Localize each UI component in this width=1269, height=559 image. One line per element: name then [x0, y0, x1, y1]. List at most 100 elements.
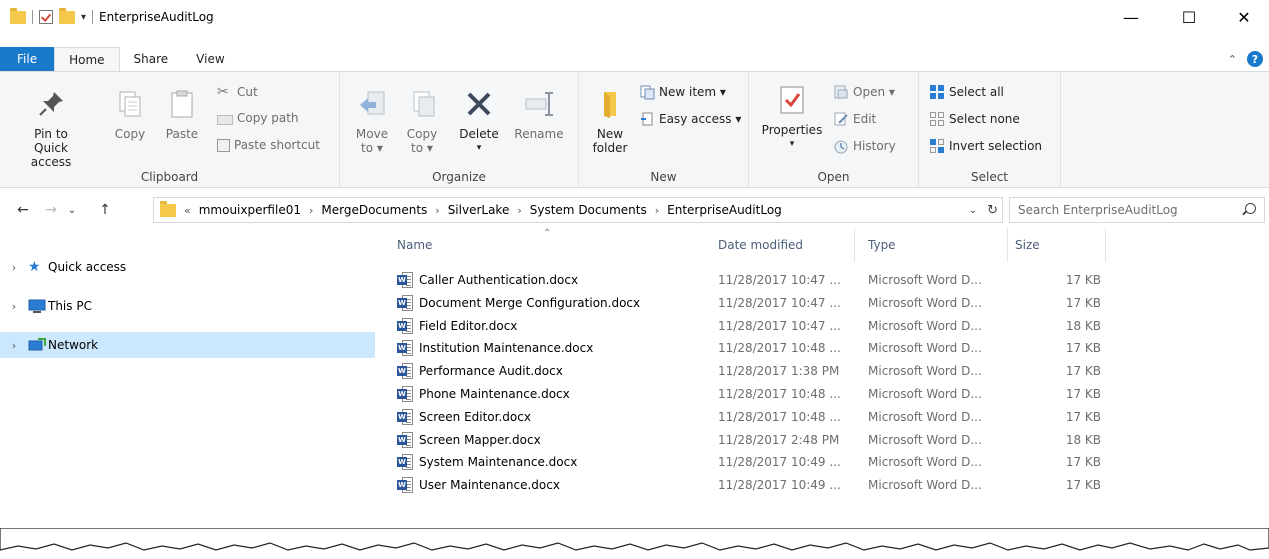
file-name-cell[interactable]: W User Maintenance.docx — [397, 474, 712, 496]
open-button[interactable]: Open ▾ — [833, 84, 895, 100]
nav-item-network[interactable]: › Network — [0, 332, 375, 358]
file-name-cell[interactable]: W Caller Authentication.docx — [397, 269, 712, 291]
collapse-ribbon-icon[interactable]: ⌃ — [1228, 53, 1237, 66]
customize-toolbar-dropdown-icon[interactable]: ▾ — [81, 12, 86, 23]
file-row[interactable]: W System Maintenance.docx 11/28/2017 10:49… — [375, 451, 1269, 473]
folder-icon[interactable] — [10, 7, 26, 24]
tab-share[interactable]: Share — [120, 47, 183, 71]
copy-to-button[interactable]: Copy to ▾ — [402, 88, 442, 155]
minimize-button[interactable]: — — [1108, 0, 1154, 34]
cut-button[interactable]: ✂ Cut — [217, 84, 258, 100]
file-row[interactable]: W Caller Authentication.docx 11/28/2017 10… — [375, 269, 1269, 291]
delete-label: Delete — [459, 127, 499, 141]
expand-chevron-icon[interactable]: › — [0, 339, 28, 352]
toolbar-divider — [92, 10, 94, 24]
file-name-cell[interactable]: W Institution Maintenance.docx — [397, 337, 712, 359]
file-row[interactable]: W Phone Maintenance.docx 11/28/2017 10:48 … — [375, 383, 1269, 405]
easy-access-button[interactable]: Easy access ▾ — [639, 111, 741, 127]
file-list: ⌃ Name Date modified Type Size W Caller A… — [375, 228, 1269, 528]
column-header-size[interactable]: Size — [1009, 228, 1106, 262]
file-size: 17 KB — [1065, 273, 1101, 287]
properties-dropdown-icon[interactable]: ▾ — [757, 137, 827, 151]
recent-locations-chevron-icon[interactable]: ⌄ — [64, 193, 80, 227]
pin-to-quick-access-button[interactable]: Pin to Quick access — [18, 88, 84, 169]
paste-shortcut-icon — [217, 138, 230, 152]
select-all-button[interactable]: Select all — [929, 84, 1004, 100]
file-name-cell[interactable]: W Document Merge Configuration.docx — [397, 292, 712, 314]
search-icon[interactable] — [1245, 203, 1256, 214]
file-name-cell[interactable]: W Phone Maintenance.docx — [397, 383, 712, 405]
column-header-name[interactable]: Name — [391, 228, 714, 262]
file-row[interactable]: W Screen Editor.docx 11/28/2017 10:48 ... M… — [375, 406, 1269, 428]
file-type: Microsoft Word D... — [868, 409, 982, 424]
file-name-cell[interactable]: W System Maintenance.docx — [397, 451, 712, 473]
address-folder-icon — [160, 200, 176, 217]
copy-path-button[interactable]: Copy path — [217, 111, 299, 125]
breadcrumb-item[interactable]: SilverLake — [448, 203, 510, 217]
search-input[interactable]: Search EnterpriseAuditLog — [1018, 203, 1178, 217]
breadcrumb-overflow[interactable]: « — [184, 204, 191, 217]
delete-dropdown-icon[interactable]: ▾ — [454, 141, 504, 155]
invert-selection-button[interactable]: Invert selection — [929, 138, 1042, 154]
file-name: Screen Editor.docx — [419, 409, 531, 424]
paste-button[interactable]: Paste — [162, 88, 202, 141]
address-history-chevron-icon[interactable]: ⌄ — [969, 205, 977, 216]
file-row[interactable]: W Institution Maintenance.docx 11/28/2017 … — [375, 337, 1269, 359]
new-item-button[interactable]: New item ▾ — [639, 84, 726, 100]
help-icon[interactable]: ? — [1247, 51, 1263, 67]
file-name-cell[interactable]: W Screen Editor.docx — [397, 406, 712, 428]
properties-check-icon[interactable] — [39, 10, 53, 24]
copy-button[interactable]: Copy — [111, 88, 149, 141]
file-row[interactable]: W Document Merge Configuration.docx 11/28/… — [375, 292, 1269, 314]
properties-button[interactable]: Properties ▾ — [757, 84, 827, 151]
close-button[interactable]: ✕ — [1221, 0, 1267, 34]
breadcrumb-item[interactable]: MergeDocuments — [321, 203, 427, 217]
address-bar[interactable]: « mmouixperfile01 › MergeDocuments › Sil… — [153, 197, 1003, 223]
search-box[interactable]: Search EnterpriseAuditLog — [1009, 197, 1265, 223]
edit-button[interactable]: Edit — [833, 111, 876, 127]
move-to-icon — [360, 91, 385, 115]
nav-item-this-pc[interactable]: › This PC — [0, 293, 375, 319]
breadcrumb-item[interactable]: System Documents — [530, 203, 647, 217]
tab-file[interactable]: File — [0, 47, 55, 71]
tab-view[interactable]: View — [182, 47, 238, 71]
maximize-button[interactable]: ☐ — [1166, 0, 1212, 34]
file-row[interactable]: W Screen Mapper.docx 11/28/2017 2:48 PM Mic… — [375, 429, 1269, 451]
select-none-button[interactable]: Select none — [929, 111, 1020, 127]
new-folder-icon[interactable] — [59, 7, 75, 24]
edit-icon — [833, 111, 849, 127]
expand-chevron-icon[interactable]: › — [0, 261, 28, 274]
delete-button[interactable]: Delete ▾ — [454, 88, 504, 155]
nav-item-quick-access[interactable]: › ★ Quick access — [0, 254, 375, 280]
paste-shortcut-button[interactable]: Paste shortcut — [217, 138, 320, 152]
new-folder-button[interactable]: New folder — [589, 88, 631, 155]
tab-home[interactable]: Home — [54, 47, 120, 71]
file-row[interactable]: W Performance Audit.docx 11/28/2017 1:38 P… — [375, 360, 1269, 382]
file-size: 17 KB — [1065, 409, 1101, 424]
rename-button[interactable]: Rename — [510, 88, 568, 141]
breadcrumb-item[interactable]: mmouixperfile01 — [199, 203, 301, 217]
column-header-date-modified[interactable]: Date modified — [712, 228, 855, 262]
history-button[interactable]: History — [833, 138, 896, 154]
file-name-cell[interactable]: W Screen Mapper.docx — [397, 429, 712, 451]
file-size: 17 KB — [1065, 455, 1101, 470]
back-button[interactable]: ← — [10, 193, 36, 227]
breadcrumb-separator[interactable]: › — [309, 204, 313, 217]
file-row[interactable]: W Field Editor.docx 11/28/2017 10:47 ... Mi… — [375, 315, 1269, 337]
forward-button[interactable]: → — [40, 193, 62, 227]
breadcrumb-separator[interactable]: › — [655, 204, 659, 217]
expand-chevron-icon[interactable]: › — [0, 300, 28, 313]
move-to-button[interactable]: Move to ▾ — [352, 88, 392, 155]
refresh-icon[interactable]: ↻ — [987, 203, 998, 218]
file-size: 18 KB — [1065, 318, 1101, 333]
clipboard-group-label: Clipboard — [140, 170, 199, 184]
file-name-cell[interactable]: W Performance Audit.docx — [397, 360, 712, 382]
file-name-cell[interactable]: W Field Editor.docx — [397, 315, 712, 337]
file-row[interactable]: W User Maintenance.docx 11/28/2017 10:49 .… — [375, 474, 1269, 496]
breadcrumb-separator[interactable]: › — [435, 204, 439, 217]
up-button[interactable]: ↑ — [94, 193, 116, 227]
column-header-type[interactable]: Type — [862, 228, 1008, 262]
breadcrumb-item[interactable]: EnterpriseAuditLog — [667, 203, 782, 217]
breadcrumb-separator[interactable]: › — [517, 204, 521, 217]
nav-item-label: This PC — [48, 299, 92, 313]
